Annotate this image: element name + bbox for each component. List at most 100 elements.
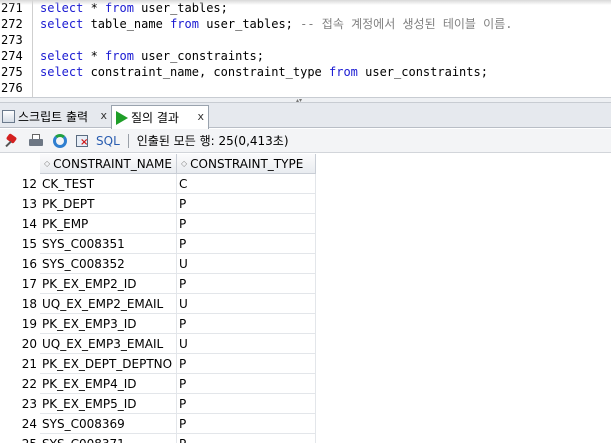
cell-constraint-name[interactable]: UQ_EX_EMP3_EMAIL <box>40 334 177 354</box>
table-row[interactable]: 21 PK_EX_DEPT_DEPTNO P <box>0 354 611 374</box>
table-row[interactable]: 15 SYS_C008351 P <box>0 234 611 254</box>
line-number: 272 <box>1 17 23 31</box>
clear-results-icon[interactable]: × <box>74 133 90 149</box>
sql-keyword: from <box>170 17 199 31</box>
table-row[interactable]: 20 UQ_EX_EMP3_EMAIL U <box>0 334 611 354</box>
row-number: 13 <box>21 197 37 211</box>
tab-query-result[interactable]: 질의 결과 x <box>111 105 209 129</box>
column-header-label: CONSTRAINT_TYPE <box>190 156 304 171</box>
sql-keyword: from <box>105 49 134 63</box>
result-tab-strip: 스크립트 출력 x 질의 결과 x <box>0 103 611 129</box>
sql-keyword: select <box>40 17 84 31</box>
cell-constraint-type[interactable]: P <box>177 434 316 443</box>
cell-constraint-name[interactable]: SYS_C008371 <box>40 434 177 443</box>
table-row[interactable]: 17 PK_EX_EMP2_ID P <box>0 274 611 294</box>
cell-constraint-type[interactable]: P <box>177 374 316 394</box>
sql-editor[interactable]: 271 select * from user_tables; 272 select t… <box>0 0 611 97</box>
table-row[interactable]: 12 CK_TEST C <box>0 174 611 194</box>
tab-script-output-close-icon[interactable]: x <box>100 109 107 122</box>
code-line[interactable]: 273 <box>0 32 611 48</box>
tab-script-output-label: 스크립트 출력 <box>18 110 89 124</box>
cell-constraint-type[interactable]: U <box>177 334 316 354</box>
row-number: 14 <box>21 217 37 231</box>
column-header-label: CONSTRAINT_NAME <box>53 156 172 171</box>
result-toolbar: × SQL 인출된 모든 행: 25(0,413초) <box>0 129 611 153</box>
sql-text: * <box>83 49 106 63</box>
result-grid[interactable]: ◇ CONSTRAINT_NAME ◇ CONSTRAINT_TYPE 12 CK… <box>0 154 611 443</box>
table-row[interactable]: 13 PK_DEPT P <box>0 194 611 214</box>
table-row[interactable]: 19 PK_EX_EMP3_ID P <box>0 314 611 334</box>
cell-constraint-type[interactable]: P <box>177 214 316 234</box>
refresh-icon[interactable] <box>52 133 68 149</box>
code-text: select table_name from user_tables; -- 접… <box>40 16 512 32</box>
table-row[interactable]: 24 SYS_C008369 P <box>0 414 611 434</box>
sql-text: user_tables; <box>198 17 301 31</box>
table-row[interactable]: 14 PK_EMP P <box>0 214 611 234</box>
table-row[interactable]: 22 PK_EX_EMP4_ID P <box>0 374 611 394</box>
cell-constraint-name[interactable]: PK_EMP <box>40 214 177 234</box>
sql-text: constraint_name, constraint_type <box>83 65 329 79</box>
pin-icon[interactable] <box>4 132 20 149</box>
table-row[interactable]: 16 SYS_C008352 U <box>0 254 611 274</box>
code-text: select constraint_name, constraint_type … <box>40 64 488 80</box>
sql-link[interactable]: SQL <box>96 134 120 148</box>
row-number: 12 <box>21 177 37 191</box>
script-output-icon <box>2 110 15 123</box>
cell-constraint-name[interactable]: PK_EX_EMP3_ID <box>40 314 177 334</box>
code-line[interactable]: 275 select constraint_name, constraint_ty… <box>0 64 611 80</box>
row-number: 18 <box>21 297 37 311</box>
cell-constraint-name[interactable]: PK_DEPT <box>40 194 177 214</box>
tab-script-output[interactable]: 스크립트 출력 x <box>0 105 111 128</box>
table-row[interactable]: 25SYS_C008371P <box>0 434 611 443</box>
code-line[interactable]: 276 <box>0 80 611 96</box>
row-number-header <box>0 154 40 174</box>
row-number: 15 <box>21 237 37 251</box>
line-number: 273 <box>1 33 23 47</box>
sort-icon: ◇ <box>181 158 188 168</box>
cell-constraint-type[interactable]: P <box>177 234 316 254</box>
row-number: 20 <box>21 337 37 351</box>
cell-constraint-name[interactable]: PK_EX_DEPT_DEPTNO <box>40 354 177 374</box>
cell-constraint-type[interactable]: P <box>177 414 316 434</box>
cell-constraint-type[interactable]: P <box>177 354 316 374</box>
cell-constraint-type[interactable]: P <box>177 314 316 334</box>
fetch-status: 인출된 모든 행: 25(0,413초) <box>136 134 289 148</box>
sql-keyword: select <box>40 65 84 79</box>
cell-constraint-type[interactable]: U <box>177 294 316 314</box>
sql-text: user_constraints; <box>133 49 264 63</box>
tab-query-result-close-icon[interactable]: x <box>197 110 204 123</box>
code-text: select * from user_constraints; <box>40 48 264 64</box>
column-header-constraint-type[interactable]: ◇ CONSTRAINT_TYPE <box>177 154 316 174</box>
code-line[interactable]: 272 select table_name from user_tables; -… <box>0 16 611 32</box>
row-number: 25 <box>0 434 40 443</box>
row-number: 24 <box>21 417 37 431</box>
cell-constraint-type[interactable]: P <box>177 274 316 294</box>
cell-constraint-type[interactable]: P <box>177 394 316 414</box>
sql-comment: -- 접속 계정에서 생성된 테이블 이름. <box>300 17 513 31</box>
table-row[interactable]: 23 PK_EX_EMP5_ID P <box>0 394 611 414</box>
grid-header: ◇ CONSTRAINT_NAME ◇ CONSTRAINT_TYPE <box>0 154 611 174</box>
row-number: 21 <box>21 357 37 371</box>
table-row[interactable]: 18 UQ_EX_EMP2_EMAIL U <box>0 294 611 314</box>
cell-constraint-name[interactable]: SYS_C008369 <box>40 414 177 434</box>
line-number: 275 <box>1 65 23 79</box>
cell-constraint-name[interactable]: PK_EX_EMP5_ID <box>40 394 177 414</box>
cell-constraint-name[interactable]: UQ_EX_EMP2_EMAIL <box>40 294 177 314</box>
cell-constraint-type[interactable]: C <box>177 174 316 194</box>
play-icon <box>116 110 128 125</box>
line-number: 276 <box>1 81 23 95</box>
cell-constraint-name[interactable]: CK_TEST <box>40 174 177 194</box>
cell-constraint-name[interactable]: SYS_C008352 <box>40 254 177 274</box>
cell-constraint-name[interactable]: PK_EX_EMP2_ID <box>40 274 177 294</box>
column-header-constraint-name[interactable]: ◇ CONSTRAINT_NAME <box>40 154 177 174</box>
cell-constraint-name[interactable]: PK_EX_EMP4_ID <box>40 374 177 394</box>
cell-constraint-name[interactable]: SYS_C008351 <box>40 234 177 254</box>
code-line[interactable]: 274 select * from user_constraints; <box>0 48 611 64</box>
line-number: 274 <box>1 49 23 63</box>
row-number: 17 <box>21 277 37 291</box>
cell-constraint-type[interactable]: U <box>177 254 316 274</box>
row-number: 23 <box>21 397 37 411</box>
cell-constraint-type[interactable]: P <box>177 194 316 214</box>
print-icon[interactable] <box>28 133 44 149</box>
toolbar-separator <box>127 133 129 148</box>
